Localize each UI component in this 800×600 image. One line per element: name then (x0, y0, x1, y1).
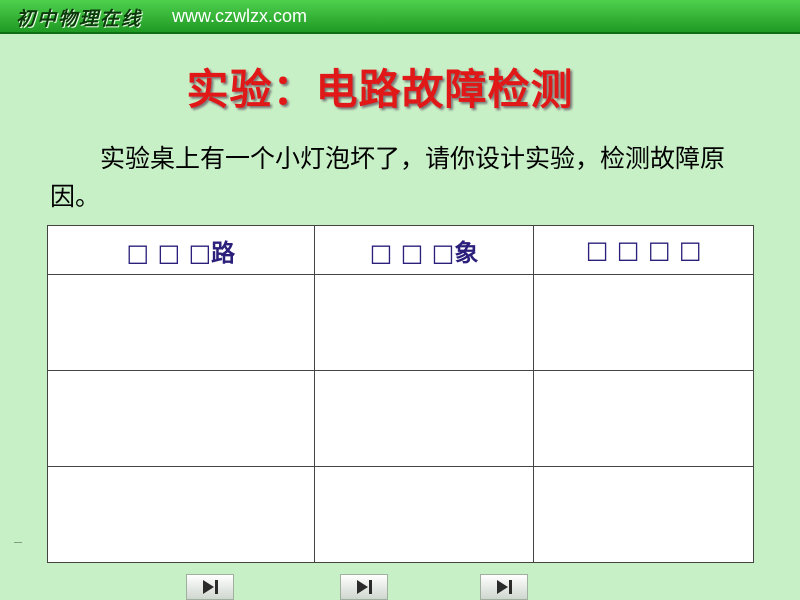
divider (14, 542, 22, 543)
play-to-end-icon (357, 580, 372, 594)
table-row (47, 370, 754, 467)
header-bar: 初中物理在线 www.czwlzx.com (0, 0, 800, 32)
table-cell[interactable] (533, 274, 754, 371)
table-cell[interactable] (533, 466, 754, 563)
site-brand-logo: 初中物理在线 (16, 8, 143, 30)
table-row (47, 466, 754, 563)
table-cell[interactable] (313, 466, 535, 563)
table-header-cell: □ □ □象 (313, 225, 535, 275)
slide-title: 实验：电路故障检测 (186, 65, 574, 114)
table-cell[interactable] (313, 370, 535, 467)
site-url: www.czwlzx.com (172, 6, 308, 26)
nav-button-1[interactable] (186, 574, 234, 600)
nav-button-2[interactable] (340, 574, 388, 600)
table-cell[interactable] (313, 274, 535, 371)
nav-button-3[interactable] (480, 574, 528, 600)
table-header-row: □ □ □路 □ □ □象 □ □ □ □ (47, 225, 754, 275)
table-row (47, 274, 754, 371)
header-divider (0, 32, 800, 34)
table-cell[interactable] (47, 274, 315, 371)
play-to-end-icon (203, 580, 218, 594)
slide-paragraph: 实验桌上有一个小灯泡坏了，请你设计实验，检测故障原因。 (50, 144, 726, 211)
table-cell[interactable] (47, 370, 315, 467)
table-header-cell: □ □ □ □ (533, 225, 754, 275)
table-header-cell: □ □ □路 (47, 225, 315, 275)
play-to-end-icon (497, 580, 512, 594)
experiment-table: □ □ □路 □ □ □象 □ □ □ □ (47, 225, 754, 563)
table-cell[interactable] (47, 466, 315, 563)
table-cell[interactable] (533, 370, 754, 467)
